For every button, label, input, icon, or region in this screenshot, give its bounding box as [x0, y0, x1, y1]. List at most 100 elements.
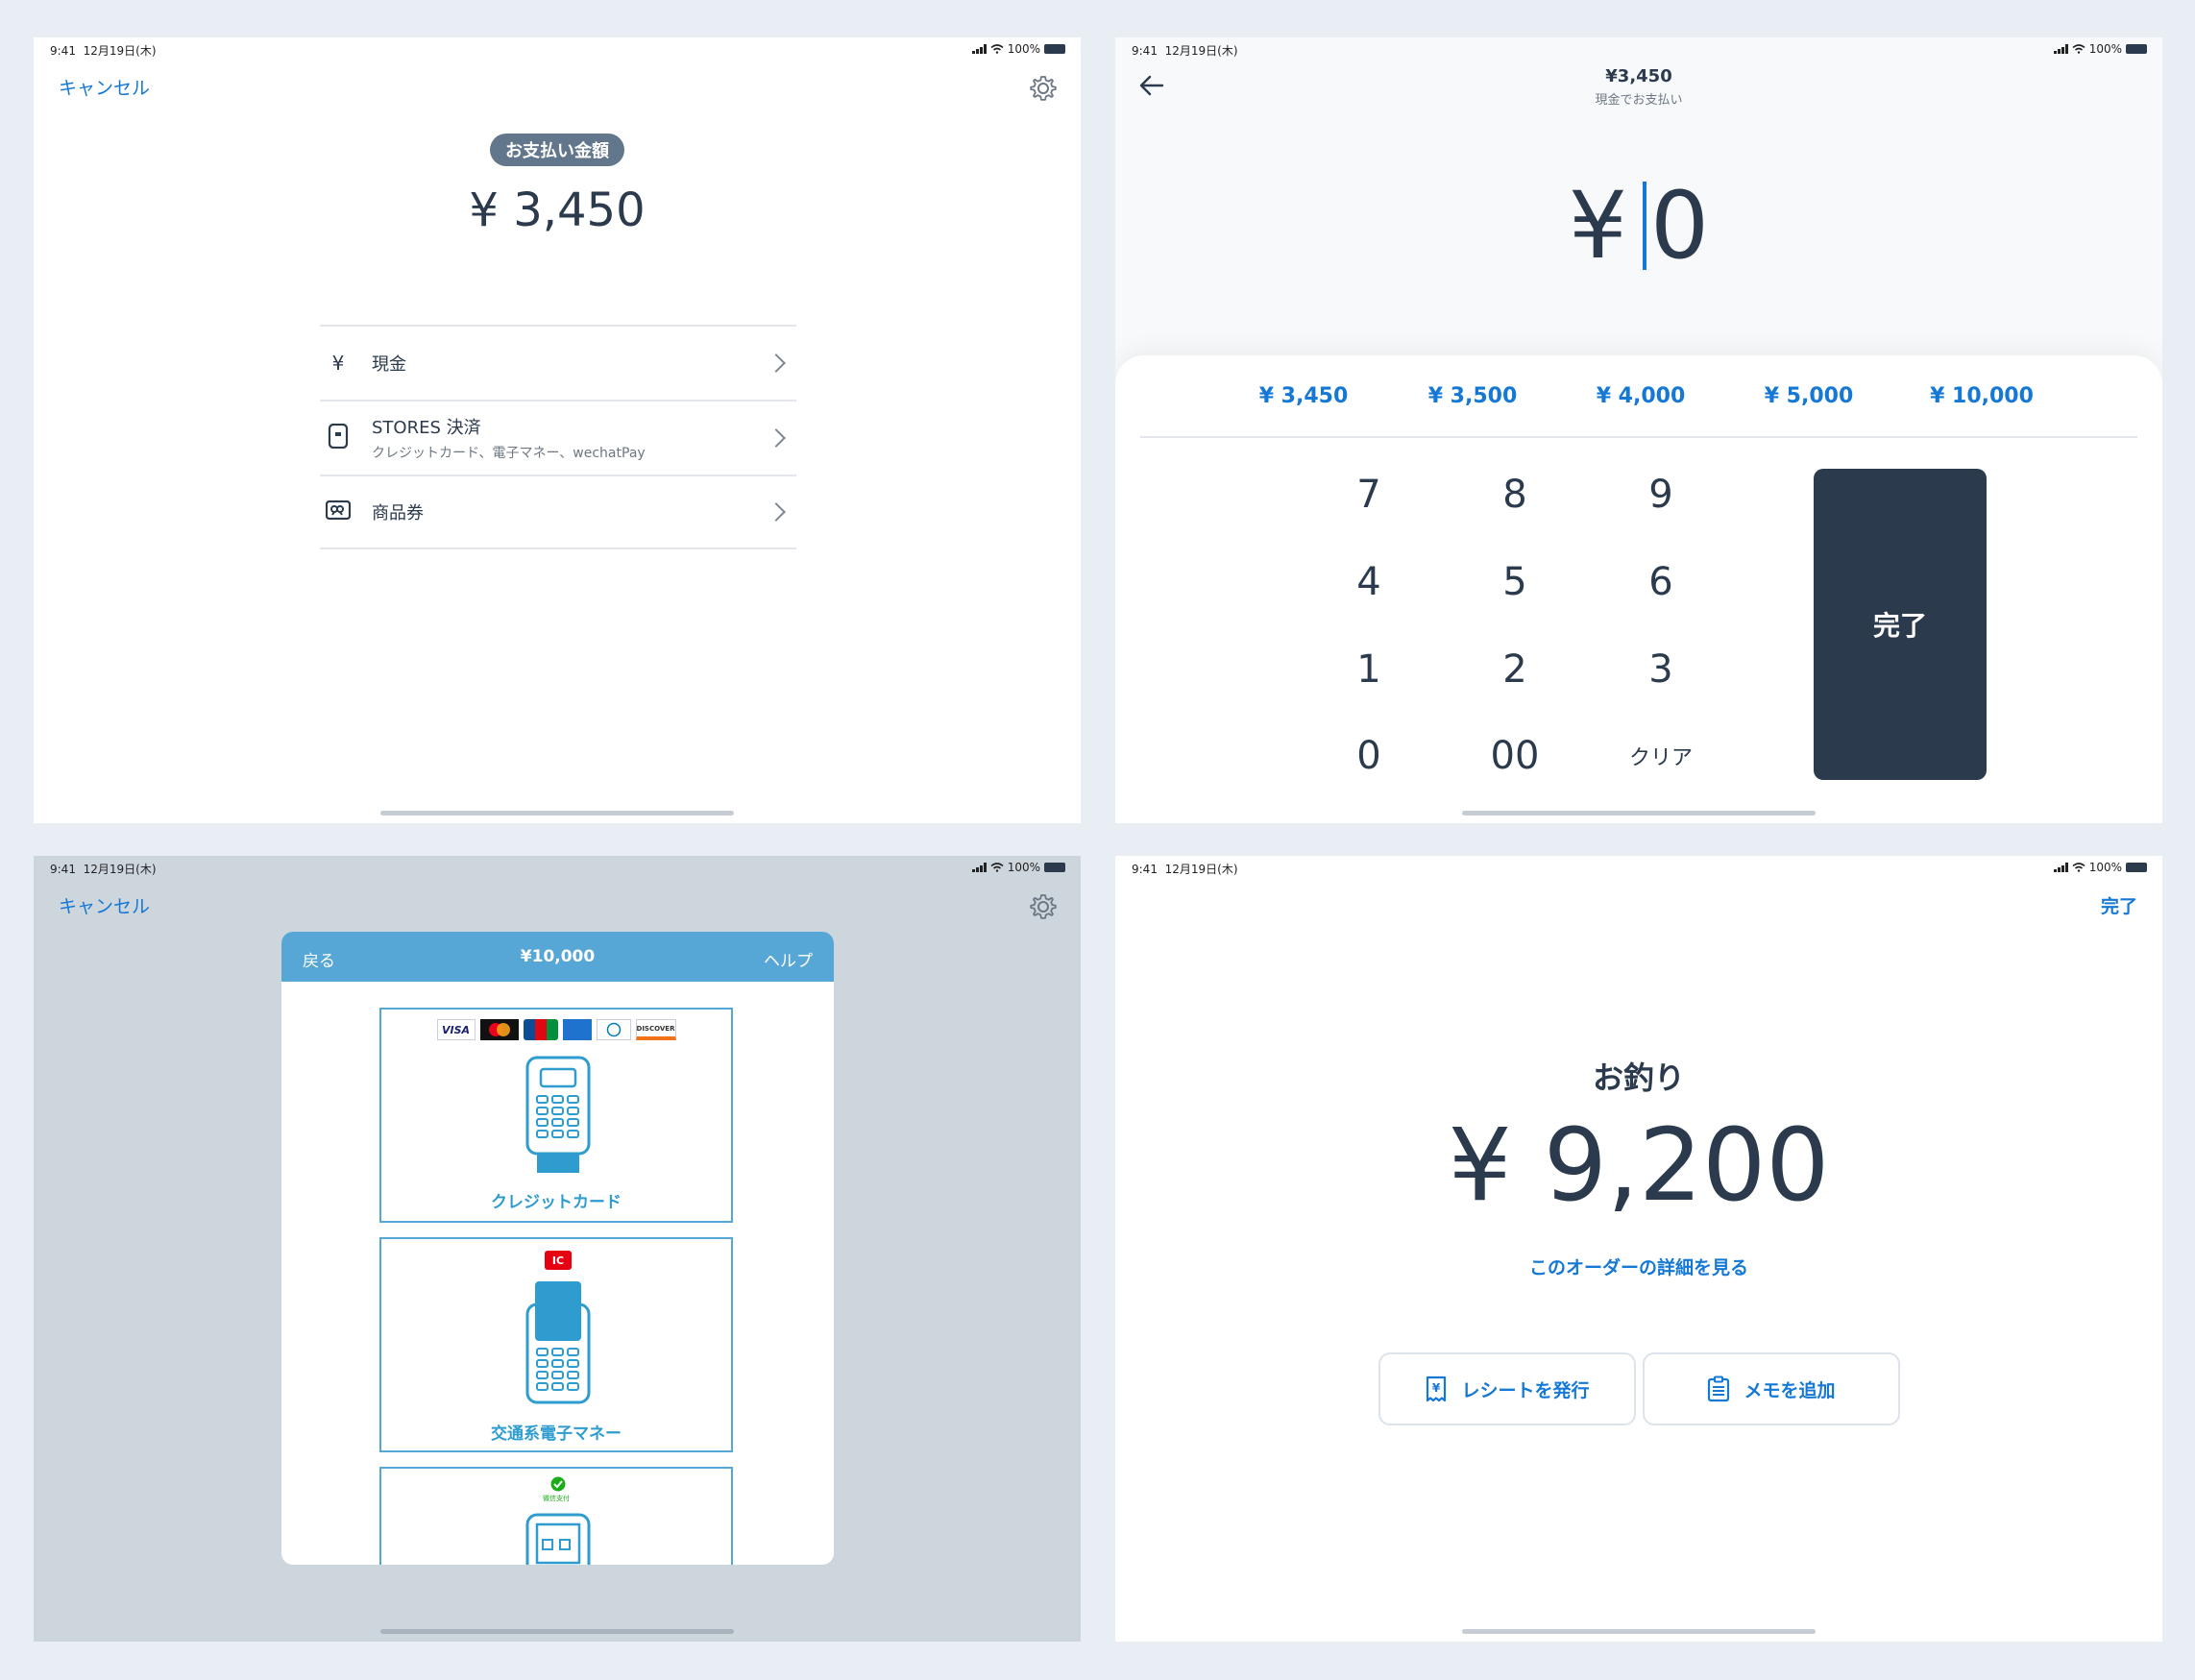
signal-icon: [2053, 44, 2068, 54]
method-label: 現金: [372, 354, 406, 375]
quick-amount-button[interactable]: ¥ 3,500: [1428, 384, 1518, 408]
modal-header: 戻る ¥10,000 ヘルプ: [281, 932, 834, 982]
battery-icon: [2126, 44, 2147, 54]
status-time: 9:41 12月19日(木): [50, 44, 157, 58]
home-indicator: [1462, 811, 1816, 816]
card-terminal-icon: [525, 1056, 591, 1173]
ic-logo: IC: [545, 1251, 572, 1270]
wechat-pay-option[interactable]: 微信支付: [379, 1467, 733, 1565]
key-5[interactable]: 5: [1502, 560, 1526, 604]
card-reader-screen: 9:41 12月19日(木) 100% キャンセル 戻る ¥10,000 ヘルプ…: [34, 856, 1081, 1642]
order-total: ¥3,450: [1605, 66, 1672, 86]
home-indicator: [1462, 1629, 1816, 1634]
status-bar: 9:41 12月19日(木) 100%: [1115, 37, 2162, 61]
text-cursor: [1643, 182, 1646, 270]
cancel-button[interactable]: キャンセル: [59, 892, 150, 918]
status-bar: 9:41 12月19日(木) 100%: [34, 37, 1081, 61]
gear-icon[interactable]: [1029, 74, 1058, 103]
gear-icon[interactable]: [1029, 892, 1058, 921]
ic-terminal-icon: [525, 1281, 591, 1404]
key-2[interactable]: 2: [1502, 647, 1526, 692]
cancel-button[interactable]: キャンセル: [59, 74, 150, 100]
home-indicator: [380, 1629, 734, 1634]
quick-amount-button[interactable]: ¥ 10,000: [1930, 384, 2034, 408]
credit-card-label: クレジットカード: [491, 1193, 622, 1212]
signal-icon: [971, 44, 987, 54]
key-00[interactable]: 00: [1491, 734, 1540, 778]
payment-amount-pill: お支払い金額: [490, 134, 624, 166]
done-button[interactable]: 完了: [2101, 892, 2137, 918]
modal-help-button[interactable]: ヘルプ: [764, 947, 813, 971]
amex-logo: [562, 1019, 592, 1040]
divider: [1140, 436, 2137, 438]
change-amount: ¥ 9,200: [1448, 1107, 1830, 1224]
add-memo-button[interactable]: メモを追加: [1643, 1352, 1900, 1425]
key-0[interactable]: 0: [1356, 734, 1380, 778]
key-1[interactable]: 1: [1356, 647, 1380, 692]
issue-receipt-button[interactable]: ¥ レシートを発行: [1378, 1352, 1636, 1425]
status-time: 9:41 12月19日(木): [1132, 44, 1238, 58]
payment-method-stores[interactable]: STORES 決済 クレジットカード、電子マネー、wechatPay: [320, 400, 796, 475]
battery-percent: 100%: [1007, 861, 1040, 874]
receipt-icon: ¥: [1427, 1376, 1447, 1402]
payment-amount: ¥ 3,450: [469, 183, 646, 237]
modal-amount: ¥10,000: [520, 947, 596, 966]
status-right: 100%: [2053, 42, 2147, 56]
payment-method-voucher[interactable]: 商品券: [320, 475, 796, 549]
wechat-pay-icon: [550, 1476, 566, 1492]
status-right: 100%: [971, 42, 1065, 56]
payment-modal: 戻る ¥10,000 ヘルプ VISA DISCOVER クレジットカード IC…: [281, 932, 834, 1565]
quick-amount-button[interactable]: ¥ 3,450: [1259, 384, 1349, 408]
status-right: 100%: [2053, 861, 2147, 874]
diners-logo: [596, 1019, 631, 1040]
method-label: 商品券: [372, 503, 424, 523]
method-label: STORES 決済: [372, 418, 481, 438]
cash-input-field[interactable]: ¥ 0: [1115, 172, 2162, 280]
wifi-icon: [2072, 44, 2085, 54]
key-6[interactable]: 6: [1648, 560, 1672, 604]
signal-icon: [971, 863, 987, 872]
key-8[interactable]: 8: [1502, 473, 1526, 517]
key-3[interactable]: 3: [1648, 647, 1672, 692]
key-7[interactable]: 7: [1356, 473, 1380, 517]
svg-text:¥: ¥: [1432, 1381, 1441, 1395]
quick-amount-button[interactable]: ¥ 4,000: [1597, 384, 1686, 408]
transit-emoney-label: 交通系電子マネー: [491, 1424, 622, 1444]
wifi-icon: [990, 44, 1004, 54]
change-screen: 9:41 12月19日(木) 100% 完了 お釣り ¥ 9,200 このオーダ…: [1115, 856, 2162, 1642]
status-time: 9:41 12月19日(木): [50, 863, 157, 876]
battery-percent: 100%: [2088, 42, 2122, 56]
battery-icon: [2126, 863, 2147, 872]
transit-emoney-option[interactable]: IC 交通系電子マネー: [379, 1237, 733, 1452]
wechat-pay-text: 微信支付: [543, 1495, 570, 1502]
discover-logo: DISCOVER: [635, 1019, 676, 1040]
battery-percent: 100%: [1007, 42, 1040, 56]
order-details-link[interactable]: このオーダーの詳細を見る: [1115, 1254, 2162, 1279]
battery-icon: [1044, 863, 1065, 872]
wifi-icon: [990, 863, 1004, 872]
signal-icon: [2053, 863, 2068, 872]
input-value: 0: [1650, 172, 1710, 280]
done-button[interactable]: 完了: [1814, 469, 1987, 780]
credit-card-option[interactable]: VISA DISCOVER クレジットカード: [379, 1008, 733, 1223]
payment-method-screen: 9:41 12月19日(木) 100% キャンセル お支払い金額 ¥ 3,450…: [34, 37, 1081, 823]
chevron-right-icon: [767, 502, 786, 522]
payment-subtitle: 現金でお支払い: [1595, 93, 1683, 108]
voucher-icon: [324, 499, 353, 524]
status-bar: 9:41 12月19日(木) 100%: [34, 856, 1081, 879]
cash-entry-screen: 9:41 12月19日(木) 100% ¥3,450 現金でお支払い ¥ 0 ¥…: [1115, 37, 2162, 823]
change-title: お釣り: [1592, 1059, 1685, 1096]
battery-percent: 100%: [2088, 861, 2122, 874]
key-9[interactable]: 9: [1648, 473, 1672, 517]
chevron-right-icon: [767, 428, 786, 448]
payment-method-cash[interactable]: ¥ 現金: [320, 325, 796, 400]
mastercard-logo: [479, 1019, 519, 1040]
qr-terminal-icon: [525, 1513, 591, 1565]
key-4[interactable]: 4: [1356, 560, 1380, 604]
quick-amount-button[interactable]: ¥ 5,000: [1765, 384, 1854, 408]
status-bar: 9:41 12月19日(木) 100%: [1115, 856, 2162, 879]
memo-button-label: メモを追加: [1744, 1379, 1836, 1401]
clear-key[interactable]: クリア: [1629, 741, 1693, 771]
currency-symbol: ¥: [1568, 172, 1627, 280]
receipt-button-label: レシートを発行: [1461, 1379, 1590, 1401]
